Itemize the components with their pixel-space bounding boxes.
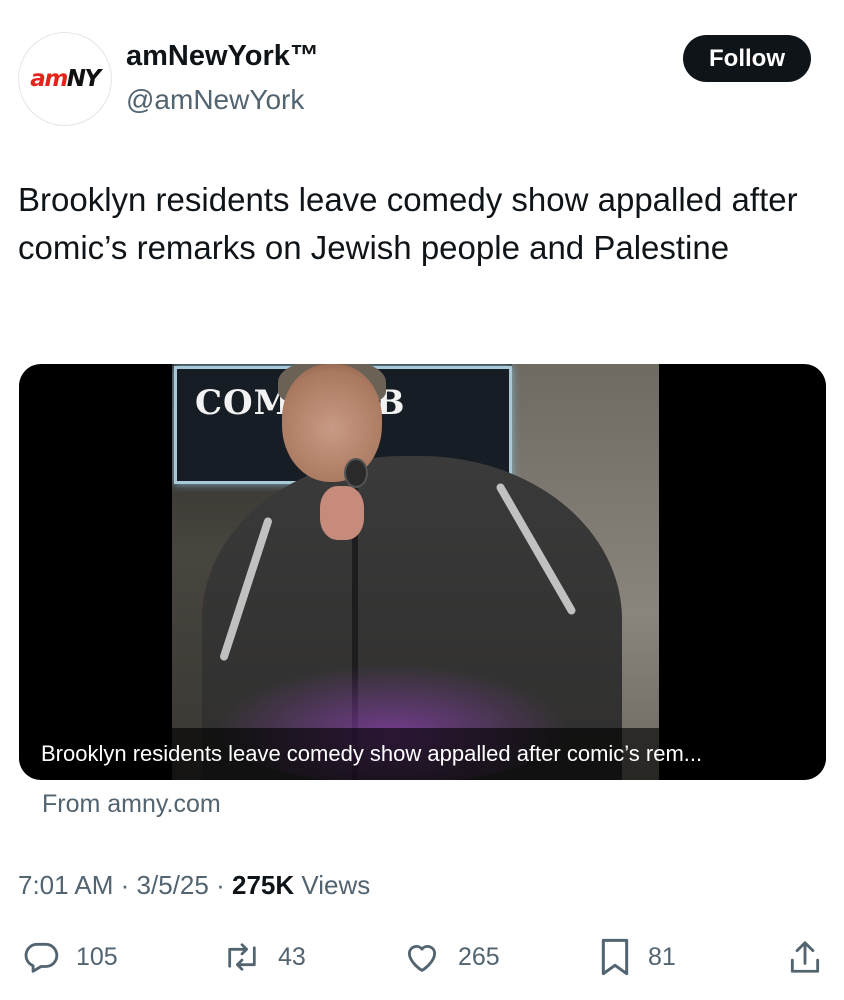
source-link[interactable]: From amny.com [42, 790, 221, 819]
tweet-card: amNY amNewYork™ @amNewYork Follow Brookl… [0, 0, 844, 1000]
repost-icon [222, 938, 262, 976]
repost-button[interactable]: 43 [222, 932, 306, 982]
like-count: 265 [458, 942, 500, 971]
bookmark-button[interactable]: 81 [598, 932, 676, 982]
meta-separator: · [120, 870, 130, 900]
follow-button[interactable]: Follow [683, 35, 811, 82]
account-handle[interactable]: @amNewYork [126, 84, 304, 116]
reply-button[interactable]: 105 [22, 932, 118, 982]
views-count: 275K [231, 870, 295, 900]
bookmark-icon [598, 937, 632, 977]
heart-icon [402, 938, 442, 976]
share-button[interactable] [786, 932, 824, 982]
preview-caption-bar: Brooklyn residents leave comedy show app… [19, 728, 826, 780]
tweet-meta: 7:01 AM · 3/5/25 · 275K Views [18, 870, 370, 901]
preview-caption: Brooklyn residents leave comedy show app… [41, 741, 703, 766]
amny-logo: amNY [30, 66, 101, 92]
avatar[interactable]: amNY [18, 32, 112, 126]
tweet-text: Brooklyn residents leave comedy show app… [18, 181, 798, 266]
views-label: Views [301, 870, 371, 900]
action-bar: 105 43 265 81 [0, 932, 844, 982]
share-icon [786, 937, 824, 977]
video-thumbnail: COMI LUB [172, 364, 659, 780]
display-name[interactable]: amNewYork™ [126, 40, 319, 73]
link-preview-card[interactable]: COMI LUB Brooklyn residents leave comedy… [19, 364, 826, 780]
bookmark-count: 81 [648, 942, 676, 971]
tweet-date[interactable]: 3/5/25 [137, 870, 209, 900]
meta-separator: · [216, 870, 225, 900]
reply-icon [22, 938, 60, 976]
tweet-time[interactable]: 7:01 AM [18, 870, 113, 900]
like-button[interactable]: 265 [402, 932, 500, 982]
repost-count: 43 [278, 942, 306, 971]
reply-count: 105 [76, 942, 118, 971]
